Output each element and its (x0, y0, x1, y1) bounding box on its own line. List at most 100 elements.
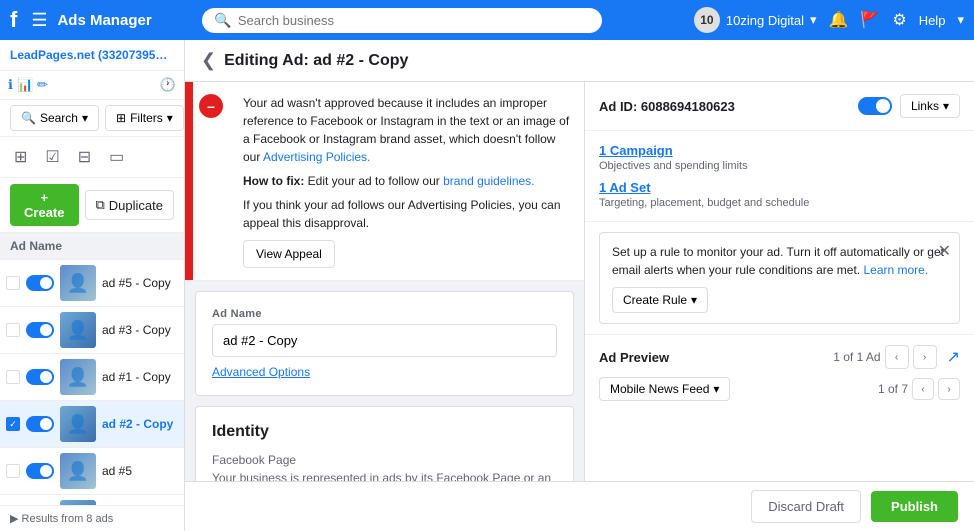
ad-item-checkbox[interactable] (6, 276, 20, 290)
sidebar-header: LeadPages.net (33207395028936 (0, 40, 184, 71)
ad-preview-section: Ad Preview 1 of 1 Ad ‹ › ↗ Mobile News F… (585, 334, 974, 417)
main-layout: LeadPages.net (33207395028936 ℹ 📊 ✏ 🕐 🔍 … (0, 40, 974, 531)
ad-id-row: Ad ID: 6088694180623 Links ▾ (585, 82, 974, 131)
bar-chart-icon[interactable]: 📊 (17, 77, 33, 93)
filters-button[interactable]: ⊞ Filters ▾ (105, 105, 184, 131)
bottom-bar: Discard Draft Publish (185, 481, 974, 531)
advanced-options-link[interactable]: Advanced Options (212, 365, 310, 379)
search-icon: 🔍 (214, 12, 231, 29)
ad-name-input[interactable] (212, 324, 557, 357)
campaign-sub: Objectives and spending limits (599, 160, 960, 172)
placement-chevron-icon: ▾ (713, 382, 719, 396)
account-avatar: 10 (694, 7, 720, 33)
ad-list-item[interactable]: 👤ad #5 (0, 448, 184, 495)
duplicate-button[interactable]: ⧉ Duplicate (85, 190, 175, 220)
warning-main-text: Your ad wasn't approved because it inclu… (243, 94, 570, 166)
create-rule-chevron-icon: ▾ (691, 293, 697, 307)
account-selector[interactable]: 10 10zing Digital ▾ (694, 7, 817, 33)
ad-item-checkbox[interactable] (6, 464, 20, 478)
placement-dropdown[interactable]: Mobile News Feed ▾ (599, 377, 730, 401)
ad-set-sub: Targeting, placement, budget and schedul… (599, 197, 960, 209)
learn-more-link[interactable]: Learn more. (863, 263, 928, 277)
ad-item-name: ad #5 - Copy (102, 276, 178, 290)
list-icon[interactable]: ▭ (105, 143, 128, 171)
preview-prev-arrow[interactable]: ‹ (885, 345, 909, 369)
ad-item-checkbox[interactable] (6, 370, 20, 384)
ad-list-item[interactable]: ✓ 👤 ad #2 - Copy (0, 401, 184, 448)
links-button[interactable]: Links ▾ (900, 94, 960, 118)
top-navigation: f ☰ Ads Manager 🔍 10 10zing Digital ▾ 🔔 … (0, 0, 974, 40)
clock-sidebar-icon[interactable]: 🕐 (160, 77, 176, 93)
fb-page-desc: Your business is represented in ads by i… (212, 471, 557, 481)
preview-external-link-icon[interactable]: ↗ (947, 347, 960, 367)
flag-icon[interactable]: 🚩 (860, 10, 880, 30)
help-button[interactable]: Help (919, 13, 946, 28)
ad-item-toggle[interactable] (26, 369, 54, 385)
rule-text: Set up a rule to monitor your ad. Turn i… (612, 243, 947, 279)
placement-prev-arrow[interactable]: ‹ (912, 378, 934, 400)
content-area: – Your ad wasn't approved because it inc… (185, 82, 974, 481)
preview-header: Ad Preview 1 of 1 Ad ‹ › ↗ (599, 345, 960, 369)
right-panel: Ad ID: 6088694180623 Links ▾ 1 Campaign … (584, 82, 974, 481)
ad-list-item[interactable]: 👤ad #5 - Copy (0, 260, 184, 307)
sidebar-footer: ▶ Results from 8 ads (0, 505, 184, 531)
search-button[interactable]: 🔍 Search ▾ (10, 105, 99, 131)
ad-set-link[interactable]: 1 Ad Set (599, 180, 960, 195)
preview-nav: 1 of 1 Ad ‹ › ↗ (833, 345, 960, 369)
ad-item-toggle[interactable] (26, 322, 54, 338)
create-button[interactable]: + Create (10, 184, 79, 226)
advertising-policies-link[interactable]: Advertising Policies. (263, 150, 370, 164)
campaign-link[interactable]: 1 Campaign (599, 143, 673, 158)
ad-item-checkbox[interactable]: ✓ (6, 417, 20, 431)
rule-close-icon[interactable]: ✕ (938, 241, 951, 261)
ad-item-thumbnail: 👤 (60, 406, 96, 442)
check-icon[interactable]: ☑ (41, 143, 63, 171)
links-chevron-icon: ▾ (943, 99, 949, 113)
brand-guidelines-link[interactable]: brand guidelines. (443, 174, 534, 188)
ad-list-item[interactable]: 👤ad #2 (0, 495, 184, 505)
ad-item-toggle[interactable] (26, 275, 54, 291)
ad-item-thumbnail: 👤 (60, 359, 96, 395)
ad-list: 👤ad #5 - Copy👤ad #3 - Copy👤ad #1 - Copy✓… (0, 260, 184, 505)
notifications-icon[interactable]: 🔔 (829, 10, 849, 30)
ad-item-checkbox[interactable] (6, 323, 20, 337)
pencil-icon[interactable]: ✏ (37, 77, 48, 93)
ad-list-item[interactable]: 👤 ad #3 - Copy (0, 307, 184, 354)
ad-item-name: ad #1 - Copy (102, 370, 178, 384)
warning-appeal-text: If you think your ad follows our Adverti… (243, 196, 570, 232)
placement-count: 1 of 7 ‹ › (878, 378, 960, 400)
ad-toggle[interactable] (858, 97, 892, 115)
hamburger-icon[interactable]: ☰ (31, 10, 47, 31)
ad-item-name: ad #2 - Copy (102, 417, 178, 431)
back-icon[interactable]: ❮ (201, 50, 216, 71)
ad-item-toggle[interactable] (26, 416, 54, 432)
ad-item-name: ad #3 - Copy (102, 323, 178, 337)
info-icon: ℹ (8, 77, 13, 93)
account-chevron-icon: ▾ (810, 12, 817, 28)
identity-title: Identity (212, 423, 557, 441)
view-appeal-button[interactable]: View Appeal (243, 240, 335, 268)
grid-icon[interactable]: ⊞ (10, 143, 31, 171)
identity-section: Identity Facebook Page Your business is … (195, 406, 574, 481)
search-chevron-icon: ▾ (82, 111, 88, 125)
editing-header: ❮ Editing Ad: ad #2 - Copy (185, 40, 974, 82)
four-squares-icon[interactable]: ⊟ (74, 143, 95, 171)
sidebar-account-name[interactable]: LeadPages.net (33207395028936 (10, 48, 174, 62)
preview-next-arrow[interactable]: › (913, 345, 937, 369)
ad-item-toggle[interactable] (26, 463, 54, 479)
sidebar-view-icons: ⊞ ☑ ⊟ ▭ (0, 137, 184, 178)
ad-list-header: Ad Name (0, 233, 184, 260)
links-label: Links (911, 99, 939, 113)
left-panel: – Your ad wasn't approved because it inc… (185, 82, 584, 481)
create-rule-button[interactable]: Create Rule ▾ (612, 287, 708, 313)
discard-draft-button[interactable]: Discard Draft (751, 490, 861, 523)
campaign-section: 1 Campaign Objectives and spending limit… (585, 131, 974, 222)
preview-title: Ad Preview (599, 350, 833, 365)
ad-list-item[interactable]: 👤 ad #1 - Copy (0, 354, 184, 401)
ad-item-thumbnail: 👤 (60, 312, 96, 348)
settings-icon[interactable]: ⚙ (892, 10, 906, 30)
publish-button[interactable]: Publish (871, 491, 958, 522)
main-wrapper: ❮ Editing Ad: ad #2 - Copy – Your ad was… (185, 40, 974, 531)
placement-next-arrow[interactable]: › (938, 378, 960, 400)
search-input[interactable] (238, 13, 591, 28)
